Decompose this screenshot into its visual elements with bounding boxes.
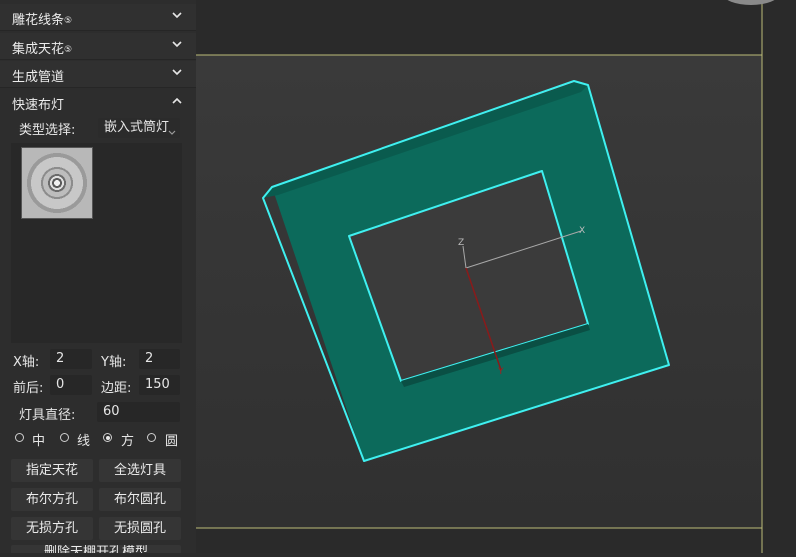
radio-circle[interactable]	[147, 433, 156, 442]
front-back-input[interactable]: 0	[50, 375, 92, 395]
radio-square-label: 方	[121, 434, 135, 449]
light-preview-panel	[11, 143, 182, 343]
x-axis-input[interactable]: 2	[50, 349, 92, 369]
section-kuaisu-budeng[interactable]: 快速布灯	[0, 89, 196, 115]
chevron-down-icon[interactable]	[172, 12, 182, 19]
gizmo-z-label: Z	[458, 238, 464, 248]
margin-input[interactable]: 150	[139, 375, 180, 395]
section-jicheng-tianhua[interactable]: 集成天花⑤	[0, 33, 196, 60]
type-select-label: 类型选择:	[19, 123, 76, 138]
gizmo-x-label: X	[579, 226, 585, 236]
section-diaohua-xiantiao[interactable]: 雕花线条⑤	[0, 4, 196, 31]
delete-ceiling-holes-button[interactable]: 删除天棚开孔模型	[11, 545, 181, 553]
y-axis-input[interactable]: 2	[139, 349, 180, 369]
front-back-label: 前后:	[13, 381, 44, 396]
chevron-up-icon[interactable]	[172, 97, 182, 104]
downlight-thumbnail[interactable]	[21, 147, 93, 219]
lossless-round-hole-button[interactable]: 无损圆孔	[99, 517, 181, 540]
type-select-value: 嵌入式筒灯	[104, 120, 170, 135]
boolean-round-hole-button[interactable]: 布尔圆孔	[99, 488, 181, 511]
section-title: 生成管道	[12, 70, 65, 85]
chevron-down-icon[interactable]	[172, 41, 182, 48]
radio-square[interactable]	[103, 433, 112, 442]
radio-line[interactable]	[60, 433, 69, 442]
chevron-down-icon[interactable]	[172, 69, 182, 76]
section-title: 快速布灯	[12, 98, 65, 113]
3d-viewport[interactable]: X Z Y	[196, 0, 796, 553]
lossless-square-hole-button[interactable]: 无损方孔	[11, 517, 93, 540]
select-all-lights-button[interactable]: 全选灯具	[99, 459, 181, 482]
type-select[interactable]: 嵌入式筒灯	[98, 118, 180, 138]
y-axis-label: Y轴:	[101, 355, 127, 370]
gizmo-y-label: Y	[497, 367, 504, 377]
radio-line-label: 线	[77, 434, 91, 449]
chevron-down-icon	[168, 123, 176, 138]
section-title: 雕花线条	[12, 13, 65, 28]
margin-label: 边距:	[101, 381, 132, 396]
section-title: 集成天花	[12, 42, 65, 57]
section-shengcheng-guandao[interactable]: 生成管道	[0, 61, 196, 88]
section-mark: ⑤	[64, 16, 73, 26]
radio-center-label: 中	[32, 434, 46, 449]
diameter-input[interactable]: 60	[97, 402, 180, 422]
viewport-canvas[interactable]: X Z Y	[196, 0, 796, 553]
radio-circle-label: 圆	[165, 434, 179, 449]
section-mark: ⑤	[64, 45, 73, 55]
boolean-square-hole-button[interactable]: 布尔方孔	[11, 488, 93, 511]
diameter-label: 灯具直径:	[19, 408, 76, 423]
radio-center[interactable]	[15, 433, 24, 442]
assign-ceiling-button[interactable]: 指定天花	[11, 459, 93, 482]
sidebar-panel: 雕花线条⑤ 集成天花⑤ 生成管道 快速布灯 类型选择: 嵌入式筒灯 X轴: 2 …	[0, 0, 196, 553]
x-axis-label: X轴:	[13, 355, 40, 370]
